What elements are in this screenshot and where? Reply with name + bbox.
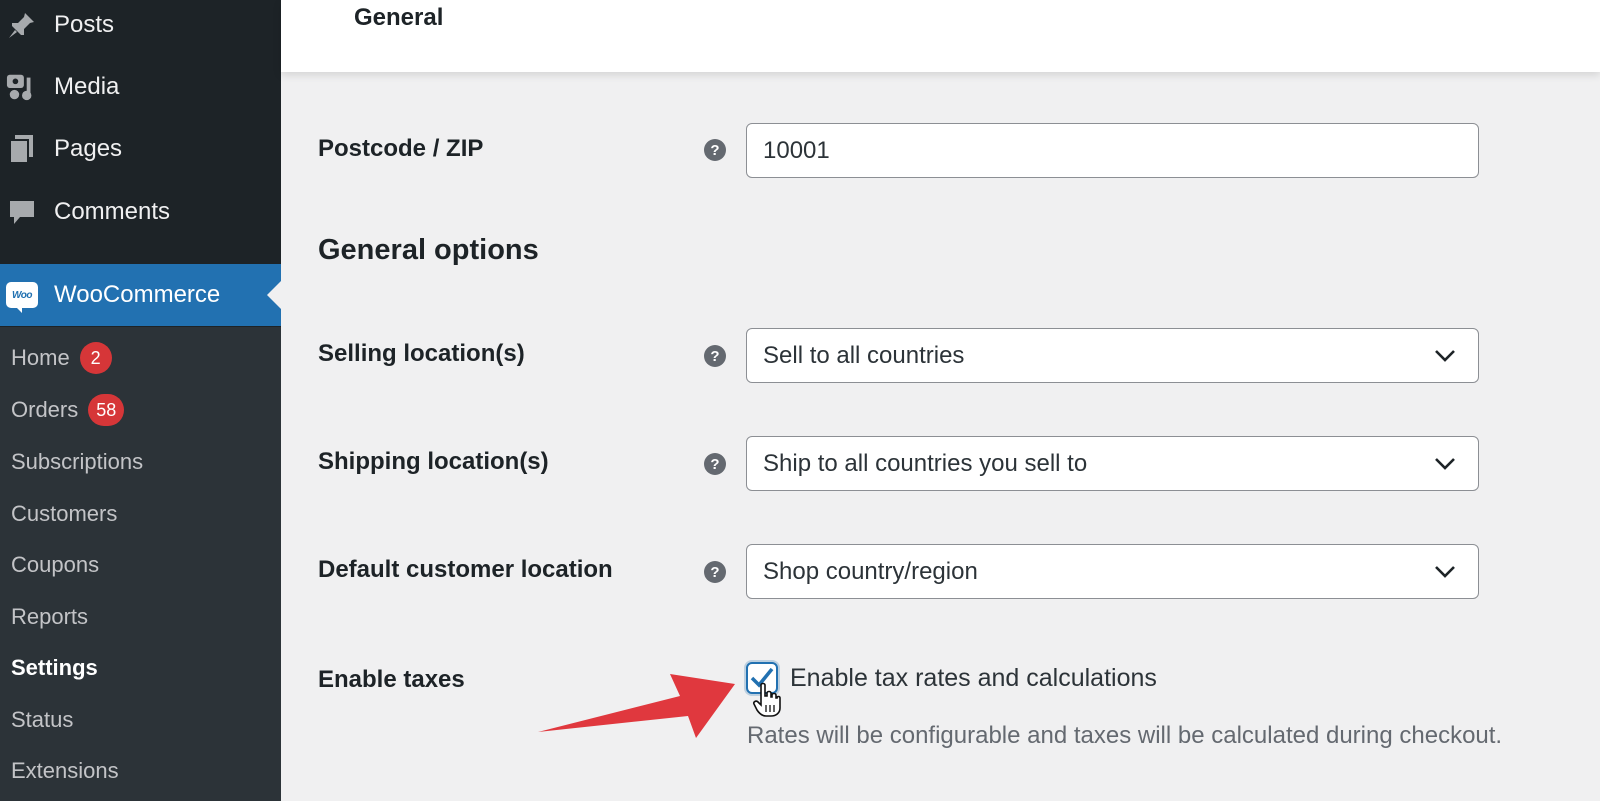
shipping-location-select[interactable]: Ship to all countries you sell to — [746, 436, 1479, 491]
hand-cursor-icon — [753, 682, 781, 717]
enable-taxes-checkbox-label[interactable]: Enable tax rates and calculations — [790, 664, 1157, 693]
woocommerce-logo: Woo — [6, 282, 38, 313]
help-icon[interactable]: ? — [704, 139, 726, 161]
chevron-down-icon — [1435, 349, 1455, 362]
woocommerce-logo-icon: Woo — [6, 279, 38, 313]
submenu-label: Status — [11, 707, 74, 732]
annotation-arrow-icon — [538, 674, 735, 738]
select-value: Sell to all countries — [763, 341, 965, 369]
selling-location-label: Selling location(s) — [318, 340, 525, 367]
submenu-item-subscriptions[interactable]: Subscriptions — [11, 449, 143, 475]
help-icon[interactable]: ? — [704, 561, 726, 583]
submenu-item-home[interactable]: Home 2 — [11, 342, 112, 374]
select-value: Shop country/region — [763, 557, 978, 585]
select-value: Ship to all countries you sell to — [763, 449, 1088, 477]
settings-header: General — [281, 0, 1600, 72]
submenu-label: Settings — [11, 655, 98, 680]
help-icon[interactable]: ? — [704, 345, 726, 367]
selling-location-select[interactable]: Sell to all countries — [746, 328, 1479, 383]
shipping-location-label: Shipping location(s) — [318, 448, 549, 475]
media-icon — [6, 71, 38, 103]
submenu-item-customers[interactable]: Customers — [11, 501, 117, 527]
submenu-label: Extensions — [11, 758, 119, 783]
comment-icon — [6, 196, 38, 228]
submenu-label: Subscriptions — [11, 449, 144, 474]
submenu-item-extensions[interactable]: Extensions — [11, 758, 119, 784]
menu-label: Media — [54, 73, 120, 100]
pin-icon — [6, 9, 38, 41]
postcode-label: Postcode / ZIP — [318, 135, 484, 162]
tab-general[interactable]: General — [354, 4, 443, 32]
submenu-label: Coupons — [11, 552, 100, 577]
submenu-item-reports[interactable]: Reports — [11, 604, 88, 630]
enable-taxes-description: Rates will be configurable and taxes wil… — [747, 722, 1503, 749]
section-title: General options — [318, 234, 539, 266]
help-icon[interactable]: ? — [704, 453, 726, 475]
menu-item-pages[interactable]: Pages — [0, 118, 281, 180]
chevron-down-icon — [1435, 457, 1455, 470]
submenu-label: Home — [11, 345, 70, 370]
submenu-item-status[interactable]: Status — [11, 707, 73, 733]
pages-icon — [6, 133, 38, 165]
submenu-item-settings[interactable]: Settings — [11, 655, 98, 681]
woocommerce-submenu: Home 2 Orders 58 Subscriptions Customers… — [0, 327, 281, 801]
current-menu-arrow — [267, 281, 281, 309]
submenu-label: Orders — [11, 397, 79, 422]
menu-item-media[interactable]: Media — [0, 56, 281, 118]
submenu-label: Customers — [11, 501, 118, 526]
menu-item-comments[interactable]: Comments — [0, 181, 281, 243]
menu-item-posts[interactable]: Posts — [0, 0, 281, 56]
menu-item-woocommerce[interactable]: Woo WooCommerce — [0, 264, 281, 326]
submenu-item-coupons[interactable]: Coupons — [11, 552, 99, 578]
menu-label: WooCommerce — [54, 281, 221, 308]
orders-count-badge: 58 — [88, 394, 125, 426]
menu-label: Posts — [54, 11, 115, 38]
default-location-select[interactable]: Shop country/region — [746, 544, 1479, 599]
menu-label: Pages — [54, 135, 123, 162]
submenu-label: Reports — [11, 604, 89, 629]
submenu-item-orders[interactable]: Orders 58 — [11, 394, 125, 426]
chevron-down-icon — [1435, 565, 1455, 578]
postcode-input[interactable] — [763, 136, 1478, 165]
default-location-label: Default customer location — [318, 556, 613, 583]
postcode-field[interactable] — [746, 123, 1479, 178]
enable-taxes-label: Enable taxes — [318, 666, 465, 693]
home-count-badge: 2 — [79, 342, 112, 374]
admin-sidebar: Posts Media Pages Comments Woo WooCommer… — [0, 0, 281, 801]
menu-label: Comments — [54, 198, 171, 225]
